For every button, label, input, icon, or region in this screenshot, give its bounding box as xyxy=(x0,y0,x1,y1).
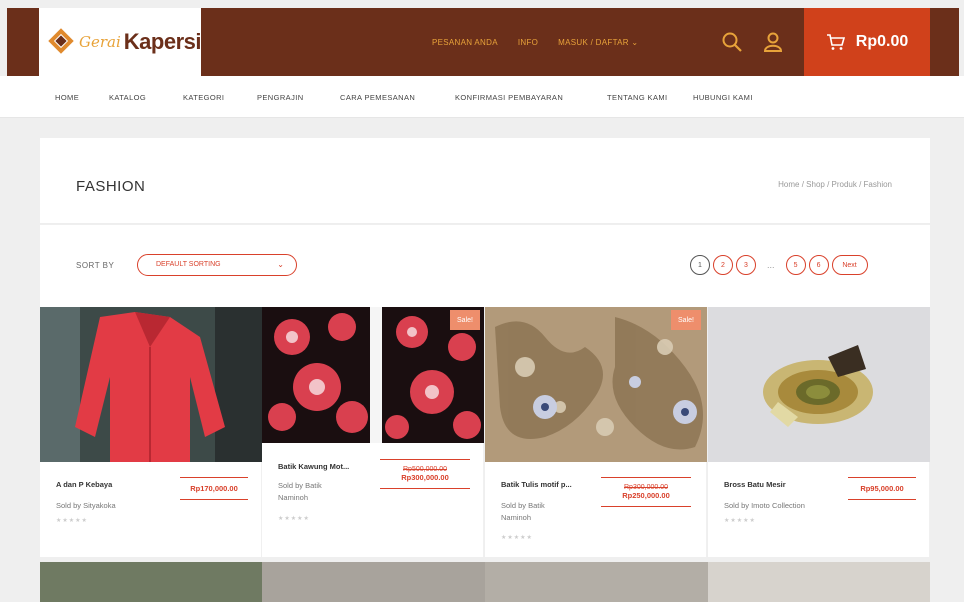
product-seller: Sold by Batik Naminoh xyxy=(501,501,545,522)
logo-script-text: Gerai xyxy=(79,33,121,51)
next-page-button[interactable]: Next xyxy=(831,255,868,275)
product-image[interactable] xyxy=(485,562,708,602)
rating-stars: ★★★★★ xyxy=(724,518,756,524)
price-box: Rp300,000.00 Rp250,000.00 xyxy=(601,477,691,507)
product-seller: Sold by Batik Naminoh xyxy=(278,481,322,502)
product-price: Rp95,000.00 xyxy=(860,484,904,493)
price-box: Rp500,000.00 Rp300,000.00 xyxy=(380,459,470,489)
rating-stars: ★★★★★ xyxy=(278,516,310,522)
nav-cara-pemesanan[interactable]: CARA PEMESANAN xyxy=(340,93,415,102)
sort-select[interactable]: DEFAULT SORTING ⌄ xyxy=(137,254,297,276)
page-header: FASHION Home / Shop / Produk / Fashion xyxy=(40,138,930,224)
product-seller: Sold by Sityakoka xyxy=(56,501,116,510)
nav-kategori[interactable]: KATEGORI xyxy=(183,93,224,102)
product-price: Rp250,000.00 xyxy=(622,491,670,500)
page-3-button[interactable]: 3 xyxy=(736,255,756,275)
pagination: 1 2 3 ... 5 6 Next xyxy=(690,255,868,275)
product-seller: Sold by Imoto Collection xyxy=(724,501,805,510)
nav-hubungi-kami[interactable]: HUBUNGI KAMI xyxy=(693,93,753,102)
product-image[interactable] xyxy=(40,562,262,602)
logo-mark-icon xyxy=(47,27,75,57)
nav-konfirmasi-pembayaran[interactable]: KONFIRMASI PEMBAYARAN xyxy=(455,93,563,102)
page-1-button[interactable]: 1 xyxy=(690,255,710,275)
logo-word-text: Kapersi xyxy=(123,29,202,54)
nav-pengrajin[interactable]: PENGRAJIN xyxy=(257,93,304,102)
site-logo[interactable]: Gerai Kapersi xyxy=(39,8,202,76)
breadcrumb[interactable]: Home / Shop / Produk / Fashion xyxy=(778,180,892,189)
top-links: PESANAN ANDA INFO MASUK / DAFTAR ⌄ xyxy=(432,8,638,76)
page-6-button[interactable]: 6 xyxy=(808,255,829,275)
rating-stars: ★★★★★ xyxy=(501,535,533,541)
product-image[interactable] xyxy=(262,562,485,602)
nav-tentang-kami[interactable]: TENTANG KAMI xyxy=(607,93,668,102)
user-icon[interactable] xyxy=(761,30,785,54)
orders-link[interactable]: PESANAN ANDA xyxy=(432,38,498,47)
price-box: Rp95,000.00 xyxy=(848,477,916,500)
product-card[interactable]: A dan P Kebaya Sold by Sityakoka ★★★★★ R… xyxy=(40,307,262,557)
nav-home[interactable]: HOME xyxy=(55,93,79,102)
chevron-down-icon: ⌄ xyxy=(277,260,284,269)
product-image[interactable] xyxy=(40,307,262,462)
sort-selected-value: DEFAULT SORTING xyxy=(156,261,221,268)
cart-total: Rp0.00 xyxy=(855,33,909,50)
product-price: Rp170,000.00 xyxy=(190,484,238,493)
product-image[interactable]: Sale! xyxy=(262,307,484,443)
product-price: Rp300,000.00 xyxy=(401,473,449,482)
product-name[interactable]: Batik Kawung Mot... xyxy=(278,462,388,471)
price-box: Rp170,000.00 xyxy=(180,477,248,500)
pagination-ellipsis: ... xyxy=(767,260,775,270)
product-card[interactable]: Sale! Batik Kawung Mot... Sold by Batik … xyxy=(262,307,484,557)
page-2-button[interactable]: 2 xyxy=(713,255,733,275)
product-name[interactable]: Bross Batu Mesir xyxy=(724,480,834,489)
sale-badge: Sale! xyxy=(671,310,701,330)
product-old-price: Rp300,000.00 xyxy=(624,484,668,491)
sort-bar: SORT BY DEFAULT SORTING ⌄ 1 2 3 ... 5 6 … xyxy=(40,225,930,307)
product-old-price: Rp500,000.00 xyxy=(403,466,447,473)
product-name[interactable]: A dan P Kebaya xyxy=(56,480,166,489)
rating-stars: ★★★★★ xyxy=(56,518,88,524)
product-image[interactable] xyxy=(708,307,930,462)
product-image[interactable]: Sale! xyxy=(485,307,707,462)
sale-badge: Sale! xyxy=(450,310,480,330)
product-image[interactable] xyxy=(708,562,930,602)
login-register-link[interactable]: MASUK / DAFTAR ⌄ xyxy=(558,38,638,47)
cart-button[interactable]: Rp0.00 xyxy=(804,8,930,76)
main-nav: HOME KATALOG KATEGORI PENGRAJIN CARA PEM… xyxy=(0,76,964,118)
info-link[interactable]: INFO xyxy=(518,38,538,47)
top-bar: Gerai Kapersi PESANAN ANDA INFO MASUK / … xyxy=(7,8,959,76)
product-card[interactable]: Sale! Batik Tulis motif p... Sold by Bat… xyxy=(485,307,707,557)
product-card[interactable]: Bross Batu Mesir Sold by Imoto Collectio… xyxy=(708,307,930,557)
product-name[interactable]: Batik Tulis motif p... xyxy=(501,480,601,489)
sort-label: SORT BY xyxy=(76,261,115,270)
page-5-button[interactable]: 5 xyxy=(785,255,806,275)
cart-icon xyxy=(826,34,845,50)
nav-katalog[interactable]: KATALOG xyxy=(109,93,146,102)
search-icon[interactable] xyxy=(720,30,744,54)
page-title: FASHION xyxy=(76,178,146,195)
